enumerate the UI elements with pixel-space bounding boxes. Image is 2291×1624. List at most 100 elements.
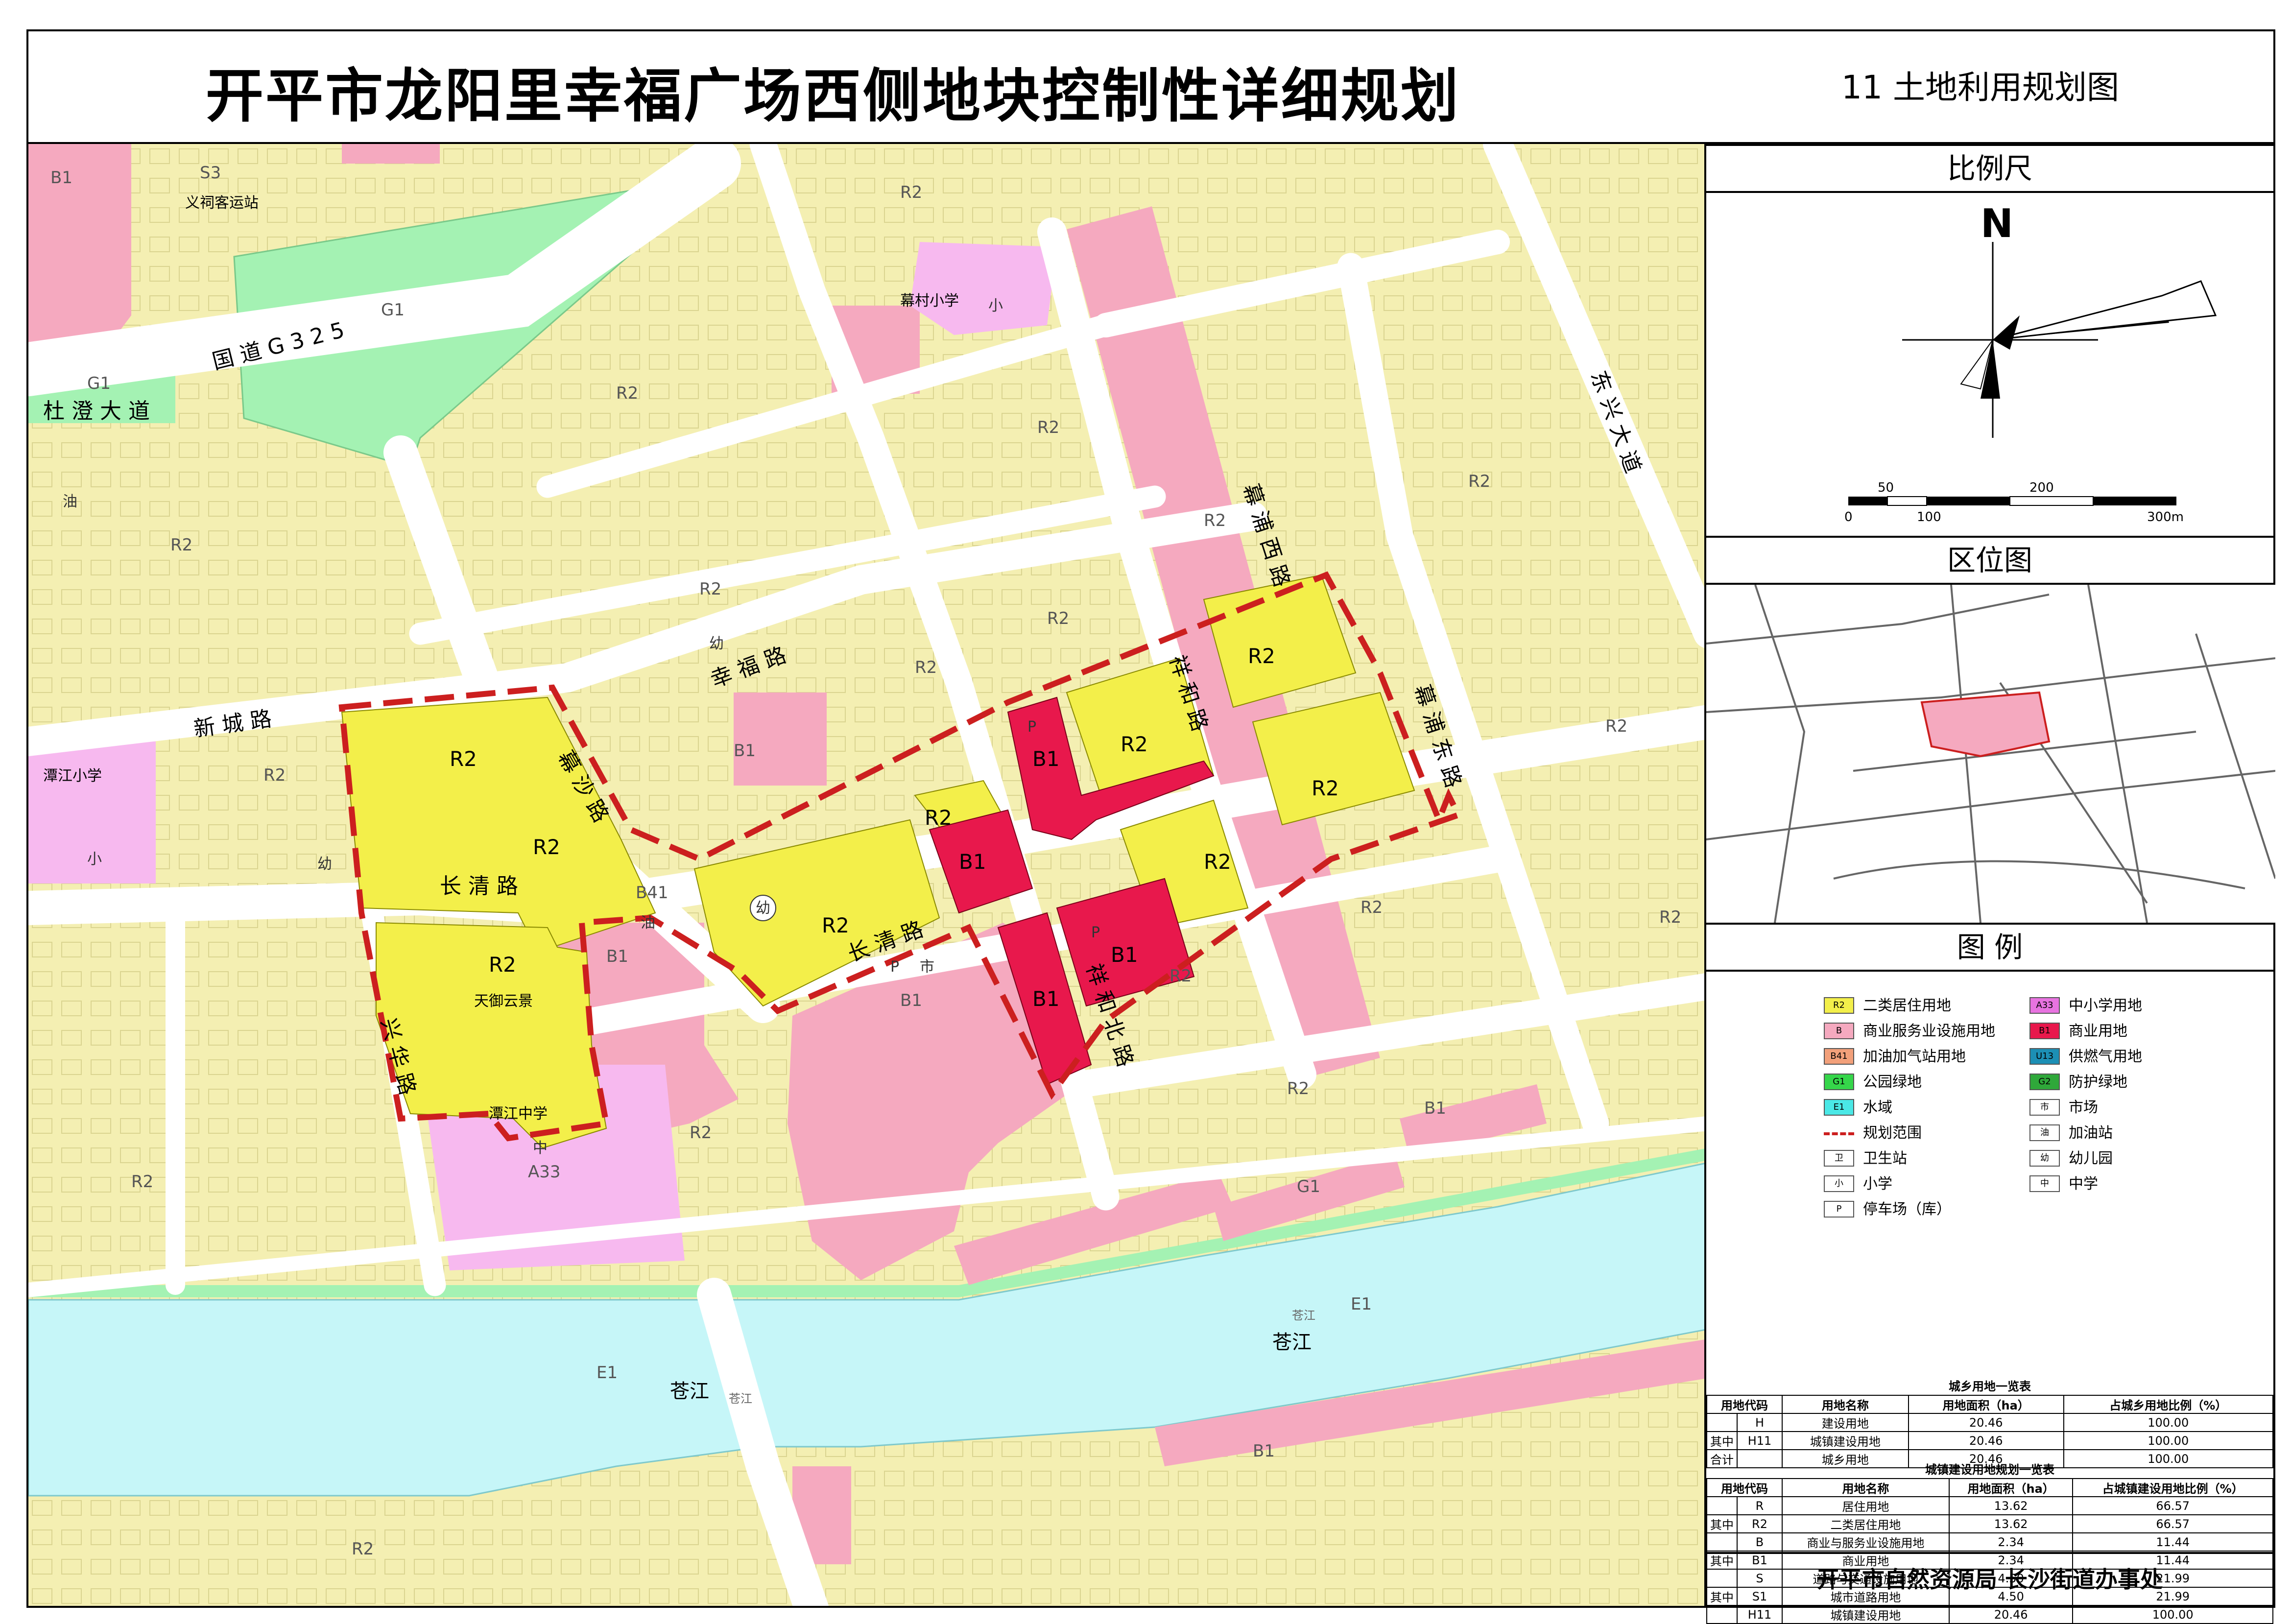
place-cangjiang-small-1: 苍江: [1292, 1309, 1315, 1322]
plan-label-b1-3: B1: [1032, 987, 1060, 1011]
table2-header-code: 用地代码: [1706, 1478, 1783, 1497]
code-r2-n4: R2: [1468, 472, 1490, 491]
plan-label-r2-4: R2: [822, 913, 849, 937]
legend-swatch: 幼: [2029, 1150, 2060, 1167]
table-cell: [1706, 1532, 1738, 1552]
wind-rose-petal-2: [1992, 280, 2217, 341]
legend-label: 中学: [2069, 1175, 2098, 1193]
table1-header-ratio: 占城乡用地比例（%）: [2063, 1395, 2273, 1414]
table1-header-name: 用地名称: [1782, 1395, 1909, 1414]
legend-label: 幼儿园: [2069, 1150, 2113, 1167]
parking-symbol-1: P: [1027, 718, 1036, 736]
code-r2-w2: R2: [263, 765, 286, 785]
table-cell: 100.00: [2063, 1431, 2273, 1450]
code-b1-west: B1: [606, 947, 628, 966]
table1-header-area: 用地面积（ha）: [1908, 1395, 2064, 1414]
table-cell: [1706, 1496, 1738, 1515]
code-r2-c1: R2: [699, 579, 721, 599]
table1-header-code: 用地代码: [1706, 1395, 1783, 1414]
location-header: 区位图: [1706, 536, 2273, 585]
legend-swatch: A33: [2029, 997, 2060, 1014]
legend-label: 公园绿地: [1863, 1074, 1922, 1091]
plan-label-b1-2: B1: [959, 850, 986, 874]
code-r2-c3: R2: [1204, 511, 1226, 530]
commercial-b-northwest: [28, 144, 131, 355]
table-cell: H11: [1737, 1605, 1783, 1624]
table-urban-rural-land: 城乡用地一览表 用地代码 用地名称 用地面积（ha） 占城乡用地比例（%） H建…: [1706, 1378, 2273, 1468]
legend-label: 商业服务业设施用地: [1863, 1023, 1995, 1040]
table-cell: 66.57: [2072, 1514, 2273, 1533]
table-cell: H: [1737, 1413, 1783, 1432]
table-row: 其中 R2 二类居住用地 13.62 66.57: [1706, 1514, 2273, 1533]
table-cell: 商业与服务业设施用地: [1782, 1532, 1950, 1552]
legend: R2 二类居住用地 B 商业服务业设施用地 B41 加油加气站用地 G1 公园绿地 E1 水域 规划…: [1706, 972, 2273, 1383]
scale-bar-seg-3: [1927, 497, 2010, 505]
table-cell: 100.00: [2063, 1413, 2273, 1432]
code-b41: B41: [636, 883, 668, 903]
code-r2-e3: R2: [1659, 908, 1681, 927]
plan-label-r2-7: R2: [1248, 644, 1275, 668]
plan-label-r2-5: R2: [925, 806, 952, 830]
legend-swatch: P: [1824, 1201, 1854, 1218]
code-r2-s1: R2: [1169, 966, 1192, 986]
location-map: [1706, 585, 2275, 923]
place-cangjiang-small-2: 苍江: [729, 1392, 752, 1406]
gas-station-label-2: 油: [641, 914, 655, 931]
table-cell: 建设用地: [1782, 1413, 1909, 1432]
plan-label-r2-3: R2: [489, 953, 516, 977]
plan-label-b1-4: B1: [1111, 943, 1138, 967]
legend-label: 卫生站: [1863, 1150, 1907, 1167]
legend-swatch: B: [1824, 1023, 1854, 1039]
place-tanjiang-primary: 潭江小学: [43, 767, 102, 785]
table-row: H11 城镇建设用地 20.46 100.00: [1706, 1605, 2273, 1624]
scale-label-0: 0: [1844, 510, 1853, 525]
scale-bar-seg-2: [1887, 496, 1927, 506]
legend-label: 规划范围: [1863, 1124, 1922, 1142]
table-cell: 其中: [1706, 1431, 1738, 1450]
commercial-b1-xingfu: [734, 693, 827, 786]
code-e1-east: E1: [1351, 1294, 1372, 1314]
legend-swatch: E1: [1824, 1099, 1854, 1116]
legend-label: 小学: [1863, 1175, 1892, 1193]
code-r2-w1: R2: [170, 535, 192, 555]
table-cell: 居住用地: [1782, 1496, 1950, 1515]
kindergarten-label-3: 幼: [317, 856, 332, 873]
code-r2-c4: R2: [915, 658, 937, 677]
table-cell: R: [1737, 1496, 1783, 1515]
land-use-map[interactable]: 杜 澄 大 道 国 道 G 3 2 5 东 兴 大 道 新 城 路 幸 福 路 …: [26, 142, 1706, 1608]
table2-caption: 城镇建设用地规划一览表: [1925, 1463, 2054, 1477]
legend-swatch: 中: [2029, 1175, 2060, 1192]
legend-swatch: R2: [1824, 997, 1854, 1014]
legend-swatch: B41: [1824, 1048, 1854, 1065]
legend-label: 市场: [2069, 1099, 2098, 1116]
scale-bar-seg-4: [2009, 496, 2094, 506]
map-canvas: 杜 澄 大 道 国 道 G 3 2 5 东 兴 大 道 新 城 路 幸 福 路 …: [28, 144, 1704, 1606]
place-cangjiang-2: 苍江: [670, 1380, 709, 1403]
table-cell: [1706, 1605, 1738, 1624]
parking-symbol-2: P: [1091, 924, 1100, 941]
code-r2-sw2: R2: [352, 1539, 374, 1559]
table-row: 其中 H11 城镇建设用地 20.46 100.00: [1706, 1431, 2273, 1450]
code-g1-river: G1: [1297, 1177, 1320, 1196]
code-r2-n2: R2: [616, 383, 638, 403]
place-tanjiang-middle: 潭江中学: [489, 1105, 548, 1122]
scale-label-100: 100: [1917, 510, 1941, 525]
table-row: H 建设用地 20.46 100.00: [1706, 1413, 2273, 1432]
primary-school-symbol-2: 小: [87, 851, 102, 868]
gas-station-label-1: 油: [63, 493, 77, 510]
place-cangjiang-1: 苍江: [1272, 1331, 1312, 1354]
code-r2-n3: R2: [1037, 418, 1059, 437]
legend-label: 供燃气用地: [2069, 1048, 2142, 1065]
kindergarten-label-2: 幼: [709, 635, 724, 652]
table-cell: 城镇建设用地: [1782, 1431, 1909, 1450]
scale-label-50: 50: [1878, 480, 1894, 495]
parking-symbol-3: P: [890, 958, 899, 976]
plan-label-r2-6: R2: [1121, 732, 1148, 756]
table1-caption: 城乡用地一览表: [1949, 1380, 2031, 1393]
legend-label: 中小学用地: [2069, 997, 2142, 1014]
code-s3: S3: [200, 163, 221, 183]
legend-label: 加油加气站用地: [1863, 1048, 1966, 1065]
table1-body: H 建设用地 20.46 100.00 其中 H11 城镇建设用地 20.46 100.00 合计…: [1706, 1413, 2273, 1468]
table-cell: 城镇建设用地: [1782, 1605, 1950, 1624]
plan-label-b1-1: B1: [1032, 747, 1060, 771]
